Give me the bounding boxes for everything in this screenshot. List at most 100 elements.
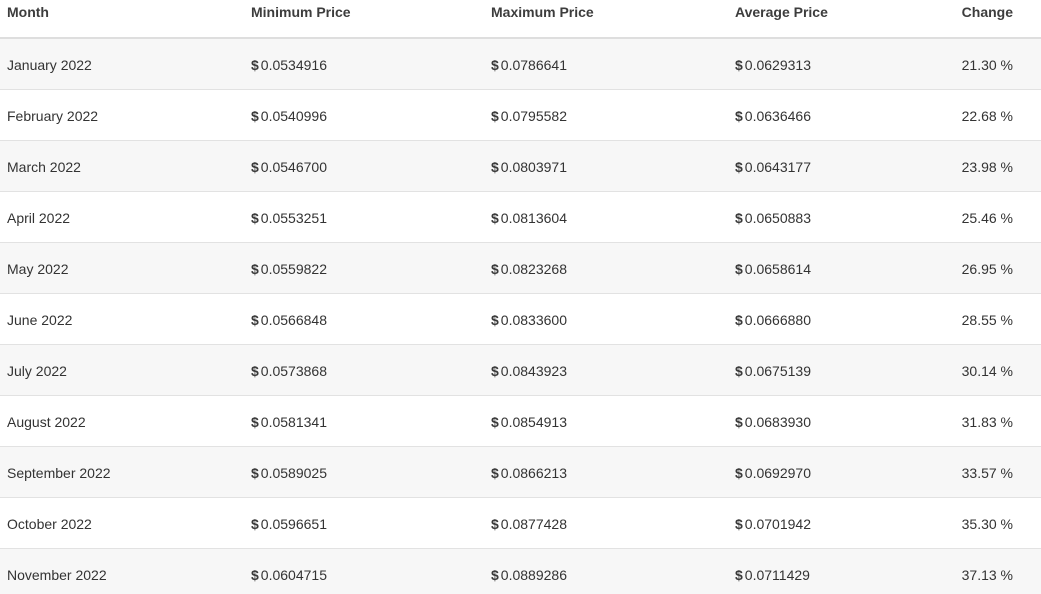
table-row: March 2022 $0.0546700 $0.0803971 $0.0643177… [0, 140, 1041, 191]
cell-maximum-price-value: 0.0786641 [500, 56, 567, 73]
currency-symbol: $ [491, 515, 499, 532]
cell-minimum-price-value: 0.0546700 [260, 158, 327, 175]
cell-minimum-price: $0.0546700 [251, 140, 491, 191]
cell-average-price-value: 0.0650883 [744, 209, 811, 226]
cell-average-price: $0.0675139 [735, 344, 951, 395]
currency-symbol: $ [735, 311, 743, 328]
column-header-month: Month [0, 0, 251, 39]
cell-average-price: $0.0636466 [735, 89, 951, 140]
currency-symbol: $ [491, 464, 499, 481]
currency-symbol: $ [251, 209, 259, 226]
cell-average-price: $0.0666880 [735, 293, 951, 344]
cell-average-price: $0.0683930 [735, 395, 951, 446]
cell-minimum-price: $0.0534916 [251, 38, 491, 89]
currency-symbol: $ [735, 107, 743, 124]
currency-symbol: $ [251, 311, 259, 328]
currency-symbol: $ [251, 515, 259, 532]
currency-symbol: $ [491, 56, 499, 73]
table-row: September 2022 $0.0589025 $0.0866213 $0.069… [0, 446, 1041, 497]
cell-minimum-price-value: 0.0581341 [260, 413, 327, 430]
cell-minimum-price: $0.0553251 [251, 191, 491, 242]
cell-maximum-price: $0.0795582 [491, 89, 735, 140]
cell-maximum-price: $0.0877428 [491, 497, 735, 548]
column-header-minimum-price: Minimum Price [251, 0, 491, 39]
cell-average-price-value: 0.0643177 [744, 158, 811, 175]
currency-symbol: $ [735, 566, 743, 583]
cell-average-price-value: 0.0692970 [744, 464, 811, 481]
currency-symbol: $ [491, 209, 499, 226]
cell-minimum-price-value: 0.0566848 [260, 311, 327, 328]
cell-maximum-price-value: 0.0795582 [500, 107, 567, 124]
cell-change: 21.30 % [961, 56, 1013, 73]
cell-minimum-price-value: 0.0559822 [260, 260, 327, 277]
cell-change: 23.98 % [961, 158, 1013, 175]
currency-symbol: $ [491, 311, 499, 328]
table-row: June 2022 $0.0566848 $0.0833600 $0.0666880 2… [0, 293, 1041, 344]
currency-symbol: $ [251, 158, 259, 175]
cell-change: 28.55 % [961, 311, 1013, 328]
cell-minimum-price: $0.0559822 [251, 242, 491, 293]
cell-minimum-price-value: 0.0553251 [260, 209, 327, 226]
cell-change: 31.83 % [961, 413, 1013, 430]
cell-average-price-value: 0.0675139 [744, 362, 811, 379]
cell-minimum-price-value: 0.0534916 [260, 56, 327, 73]
cell-average-price-value: 0.0711429 [744, 566, 810, 583]
cell-month: July 2022 [7, 362, 67, 379]
currency-symbol: $ [735, 260, 743, 277]
cell-month: February 2022 [7, 107, 99, 124]
currency-symbol: $ [735, 158, 743, 175]
cell-minimum-price-value: 0.0573868 [260, 362, 327, 379]
cell-average-price: $0.0629313 [735, 38, 951, 89]
cell-minimum-price-value: 0.0589025 [260, 464, 327, 481]
currency-symbol: $ [251, 56, 259, 73]
cell-minimum-price: $0.0596651 [251, 497, 491, 548]
cell-average-price: $0.0650883 [735, 191, 951, 242]
currency-symbol: $ [251, 566, 259, 583]
cell-average-price-value: 0.0701942 [744, 515, 811, 532]
table-row: April 2022 $0.0553251 $0.0813604 $0.0650883… [0, 191, 1041, 242]
cell-minimum-price: $0.0604715 [251, 548, 491, 594]
cell-maximum-price-value: 0.0889286 [500, 566, 567, 583]
cell-month: October 2022 [7, 515, 92, 532]
currency-symbol: $ [735, 515, 743, 532]
table-row: August 2022 $0.0581341 $0.0854913 $0.068393… [0, 395, 1041, 446]
currency-symbol: $ [491, 362, 499, 379]
cell-change: 33.57 % [961, 464, 1013, 481]
cell-minimum-price: $0.0540996 [251, 89, 491, 140]
cell-average-price-value: 0.0683930 [744, 413, 811, 430]
currency-symbol: $ [491, 158, 499, 175]
cell-maximum-price: $0.0866213 [491, 446, 735, 497]
currency-symbol: $ [491, 260, 499, 277]
cell-average-price-value: 0.0629313 [744, 56, 811, 73]
table-body: January 2022 $0.0534916 $0.0786641 $0.06293… [0, 38, 1041, 594]
currency-symbol: $ [251, 413, 259, 430]
cell-minimum-price: $0.0581341 [251, 395, 491, 446]
table-row: February 2022 $0.0540996 $0.0795582 $0.0636… [0, 89, 1041, 140]
currency-symbol: $ [735, 56, 743, 73]
currency-symbol: $ [735, 209, 743, 226]
price-prediction-table: Month Minimum Price Maximum Price Averag… [0, 0, 1041, 594]
cell-maximum-price-value: 0.0823268 [500, 260, 567, 277]
table-row: October 2022 $0.0596651 $0.0877428 $0.07019… [0, 497, 1041, 548]
cell-minimum-price-value: 0.0596651 [260, 515, 327, 532]
cell-average-price: $0.0711429 [735, 548, 951, 594]
cell-change: 22.68 % [961, 107, 1013, 124]
cell-month: March 2022 [7, 158, 81, 175]
cell-change: 35.30 % [961, 515, 1013, 532]
currency-symbol: $ [491, 107, 499, 124]
currency-symbol: $ [251, 260, 259, 277]
cell-maximum-price-value: 0.0803971 [500, 158, 567, 175]
cell-maximum-price: $0.0823268 [491, 242, 735, 293]
column-header-average-price: Average Price [735, 0, 951, 39]
cell-month: June 2022 [7, 311, 73, 328]
cell-maximum-price: $0.0803971 [491, 140, 735, 191]
cell-maximum-price: $0.0854913 [491, 395, 735, 446]
currency-symbol: $ [735, 413, 743, 430]
cell-maximum-price: $0.0786641 [491, 38, 735, 89]
currency-symbol: $ [735, 362, 743, 379]
cell-average-price-value: 0.0658614 [744, 260, 811, 277]
cell-average-price-value: 0.0666880 [744, 311, 811, 328]
currency-symbol: $ [251, 362, 259, 379]
table-row: November 2022 $0.0604715 $0.0889286 $0.0711… [0, 548, 1041, 594]
cell-maximum-price-value: 0.0813604 [500, 209, 567, 226]
